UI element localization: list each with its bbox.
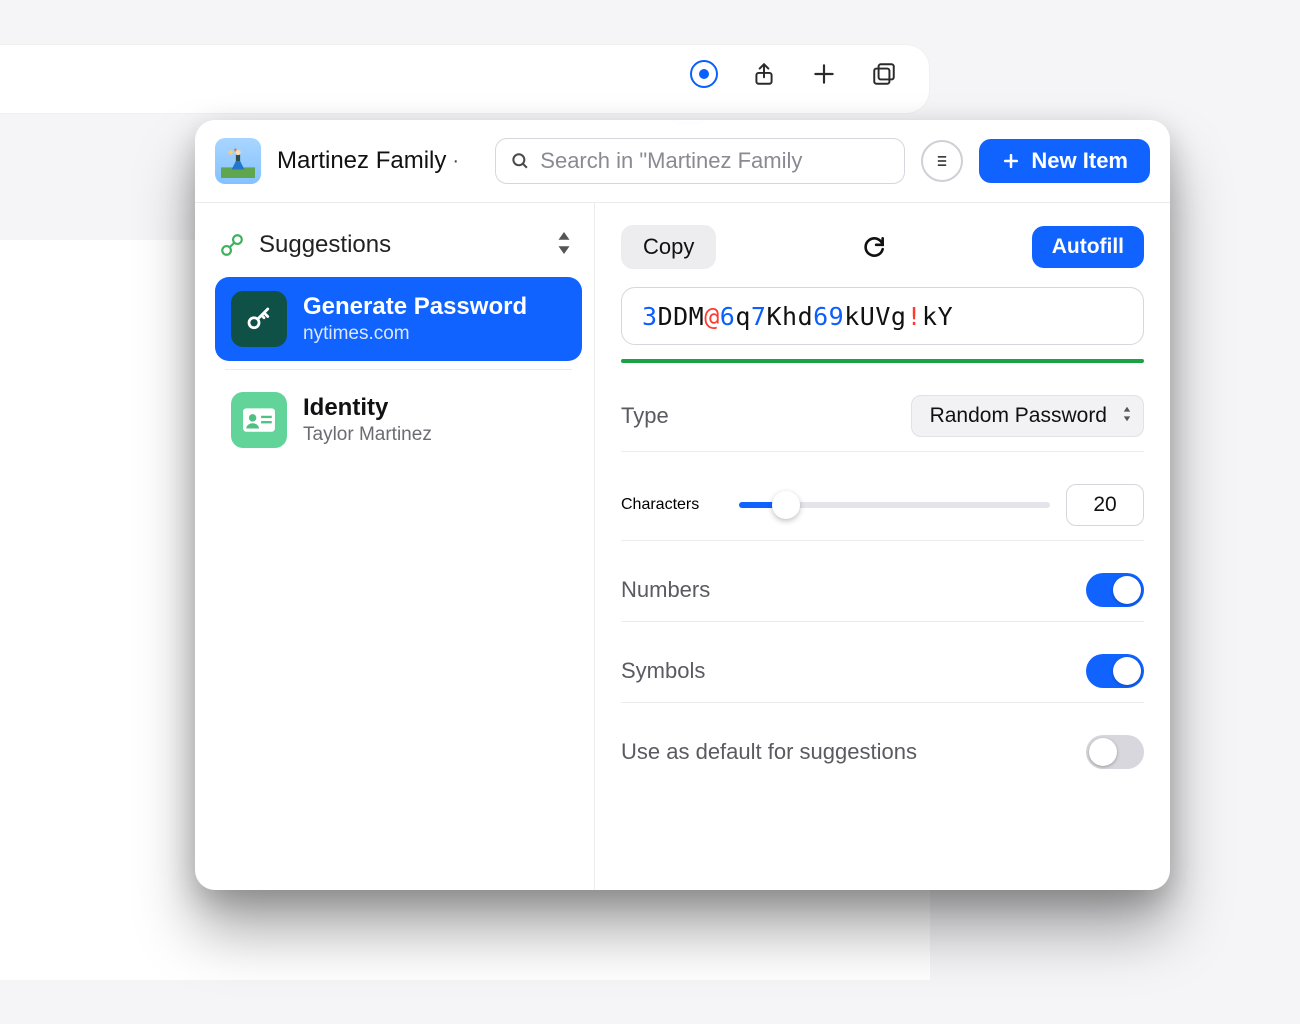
password-segment: ! <box>906 302 922 331</box>
sidebar-section-header[interactable]: Suggestions <box>215 223 582 277</box>
suggestions-icon <box>219 232 245 258</box>
divider <box>225 369 572 370</box>
sidebar-item-identity[interactable]: Identity Taylor Martinez <box>215 378 582 462</box>
plus-icon[interactable] <box>809 59 839 89</box>
password-segment: 7 <box>751 302 767 331</box>
type-value: Random Password <box>930 404 1107 428</box>
vault-selector[interactable]: Martinez Family · <box>277 147 459 175</box>
default-suggestions-row: Use as default for suggestions <box>621 721 1144 783</box>
key-icon <box>231 291 287 347</box>
vault-dropdown-indicator-icon: · <box>452 150 459 173</box>
characters-slider[interactable] <box>739 502 1050 508</box>
sort-icon[interactable] <box>556 232 572 259</box>
symbols-toggle[interactable] <box>1086 654 1144 688</box>
password-segment: kY <box>922 302 953 331</box>
tabs-icon[interactable] <box>869 59 899 89</box>
symbols-row: Symbols <box>621 640 1144 703</box>
symbols-label: Symbols <box>621 658 705 684</box>
numbers-toggle[interactable] <box>1086 573 1144 607</box>
characters-label: Characters <box>621 496 699 514</box>
item-subtitle: nytimes.com <box>303 323 527 345</box>
suggestions-sidebar: Suggestions Generate Password nytimes.co… <box>195 203 595 890</box>
new-item-button[interactable]: New Item <box>979 139 1150 183</box>
type-row: Type Random Password <box>621 381 1144 452</box>
characters-row: Characters 20 <box>621 470 1144 541</box>
type-dropdown[interactable]: Random Password <box>911 395 1144 437</box>
password-segment: @ <box>704 302 720 331</box>
list-view-button[interactable] <box>921 140 963 182</box>
new-item-label: New Item <box>1031 148 1128 174</box>
onepassword-popover: Martinez Family · New Item Suggestions <box>195 120 1170 890</box>
type-label: Type <box>621 403 669 429</box>
password-strength-bar <box>621 359 1144 363</box>
password-segment: 69 <box>813 302 844 331</box>
numbers-row: Numbers <box>621 559 1144 622</box>
browser-toolbar <box>0 44 930 114</box>
password-segment: kUVg <box>844 302 906 331</box>
item-title: Generate Password <box>303 293 527 321</box>
regenerate-button[interactable] <box>856 229 892 265</box>
characters-count[interactable]: 20 <box>1066 484 1144 526</box>
password-segment: 6 <box>720 302 736 331</box>
slider-knob[interactable] <box>772 491 800 519</box>
sidebar-item-generate-password[interactable]: Generate Password nytimes.com <box>215 277 582 361</box>
identity-icon <box>231 392 287 448</box>
onepassword-extension-icon[interactable] <box>689 59 719 89</box>
share-icon[interactable] <box>749 59 779 89</box>
autofill-button[interactable]: Autofill <box>1032 226 1144 268</box>
detail-pane: Copy Autofill 3DDM@6q7Khd69kUVg!kY Type … <box>595 203 1170 890</box>
password-segment: DDM <box>658 302 705 331</box>
list-icon <box>932 151 952 171</box>
vault-avatar[interactable] <box>215 138 261 184</box>
refresh-icon <box>861 234 887 260</box>
vault-name-label: Martinez Family <box>277 147 446 175</box>
numbers-label: Numbers <box>621 577 710 603</box>
default-toggle[interactable] <box>1086 735 1144 769</box>
item-title: Identity <box>303 394 432 422</box>
search-icon <box>510 150 530 172</box>
search-field[interactable] <box>495 138 905 184</box>
plus-icon <box>1001 151 1021 171</box>
password-segment: 3 <box>642 302 658 331</box>
password-segment: Khd <box>766 302 813 331</box>
generated-password-field[interactable]: 3DDM@6q7Khd69kUVg!kY <box>621 287 1144 345</box>
default-label: Use as default for suggestions <box>621 739 917 765</box>
popover-header: Martinez Family · New Item <box>195 120 1170 203</box>
copy-button[interactable]: Copy <box>621 225 716 269</box>
search-input[interactable] <box>540 148 890 174</box>
sidebar-section-label: Suggestions <box>259 231 391 259</box>
password-segment: q <box>735 302 751 331</box>
item-subtitle: Taylor Martinez <box>303 424 432 446</box>
chevron-updown-icon <box>1121 404 1133 428</box>
